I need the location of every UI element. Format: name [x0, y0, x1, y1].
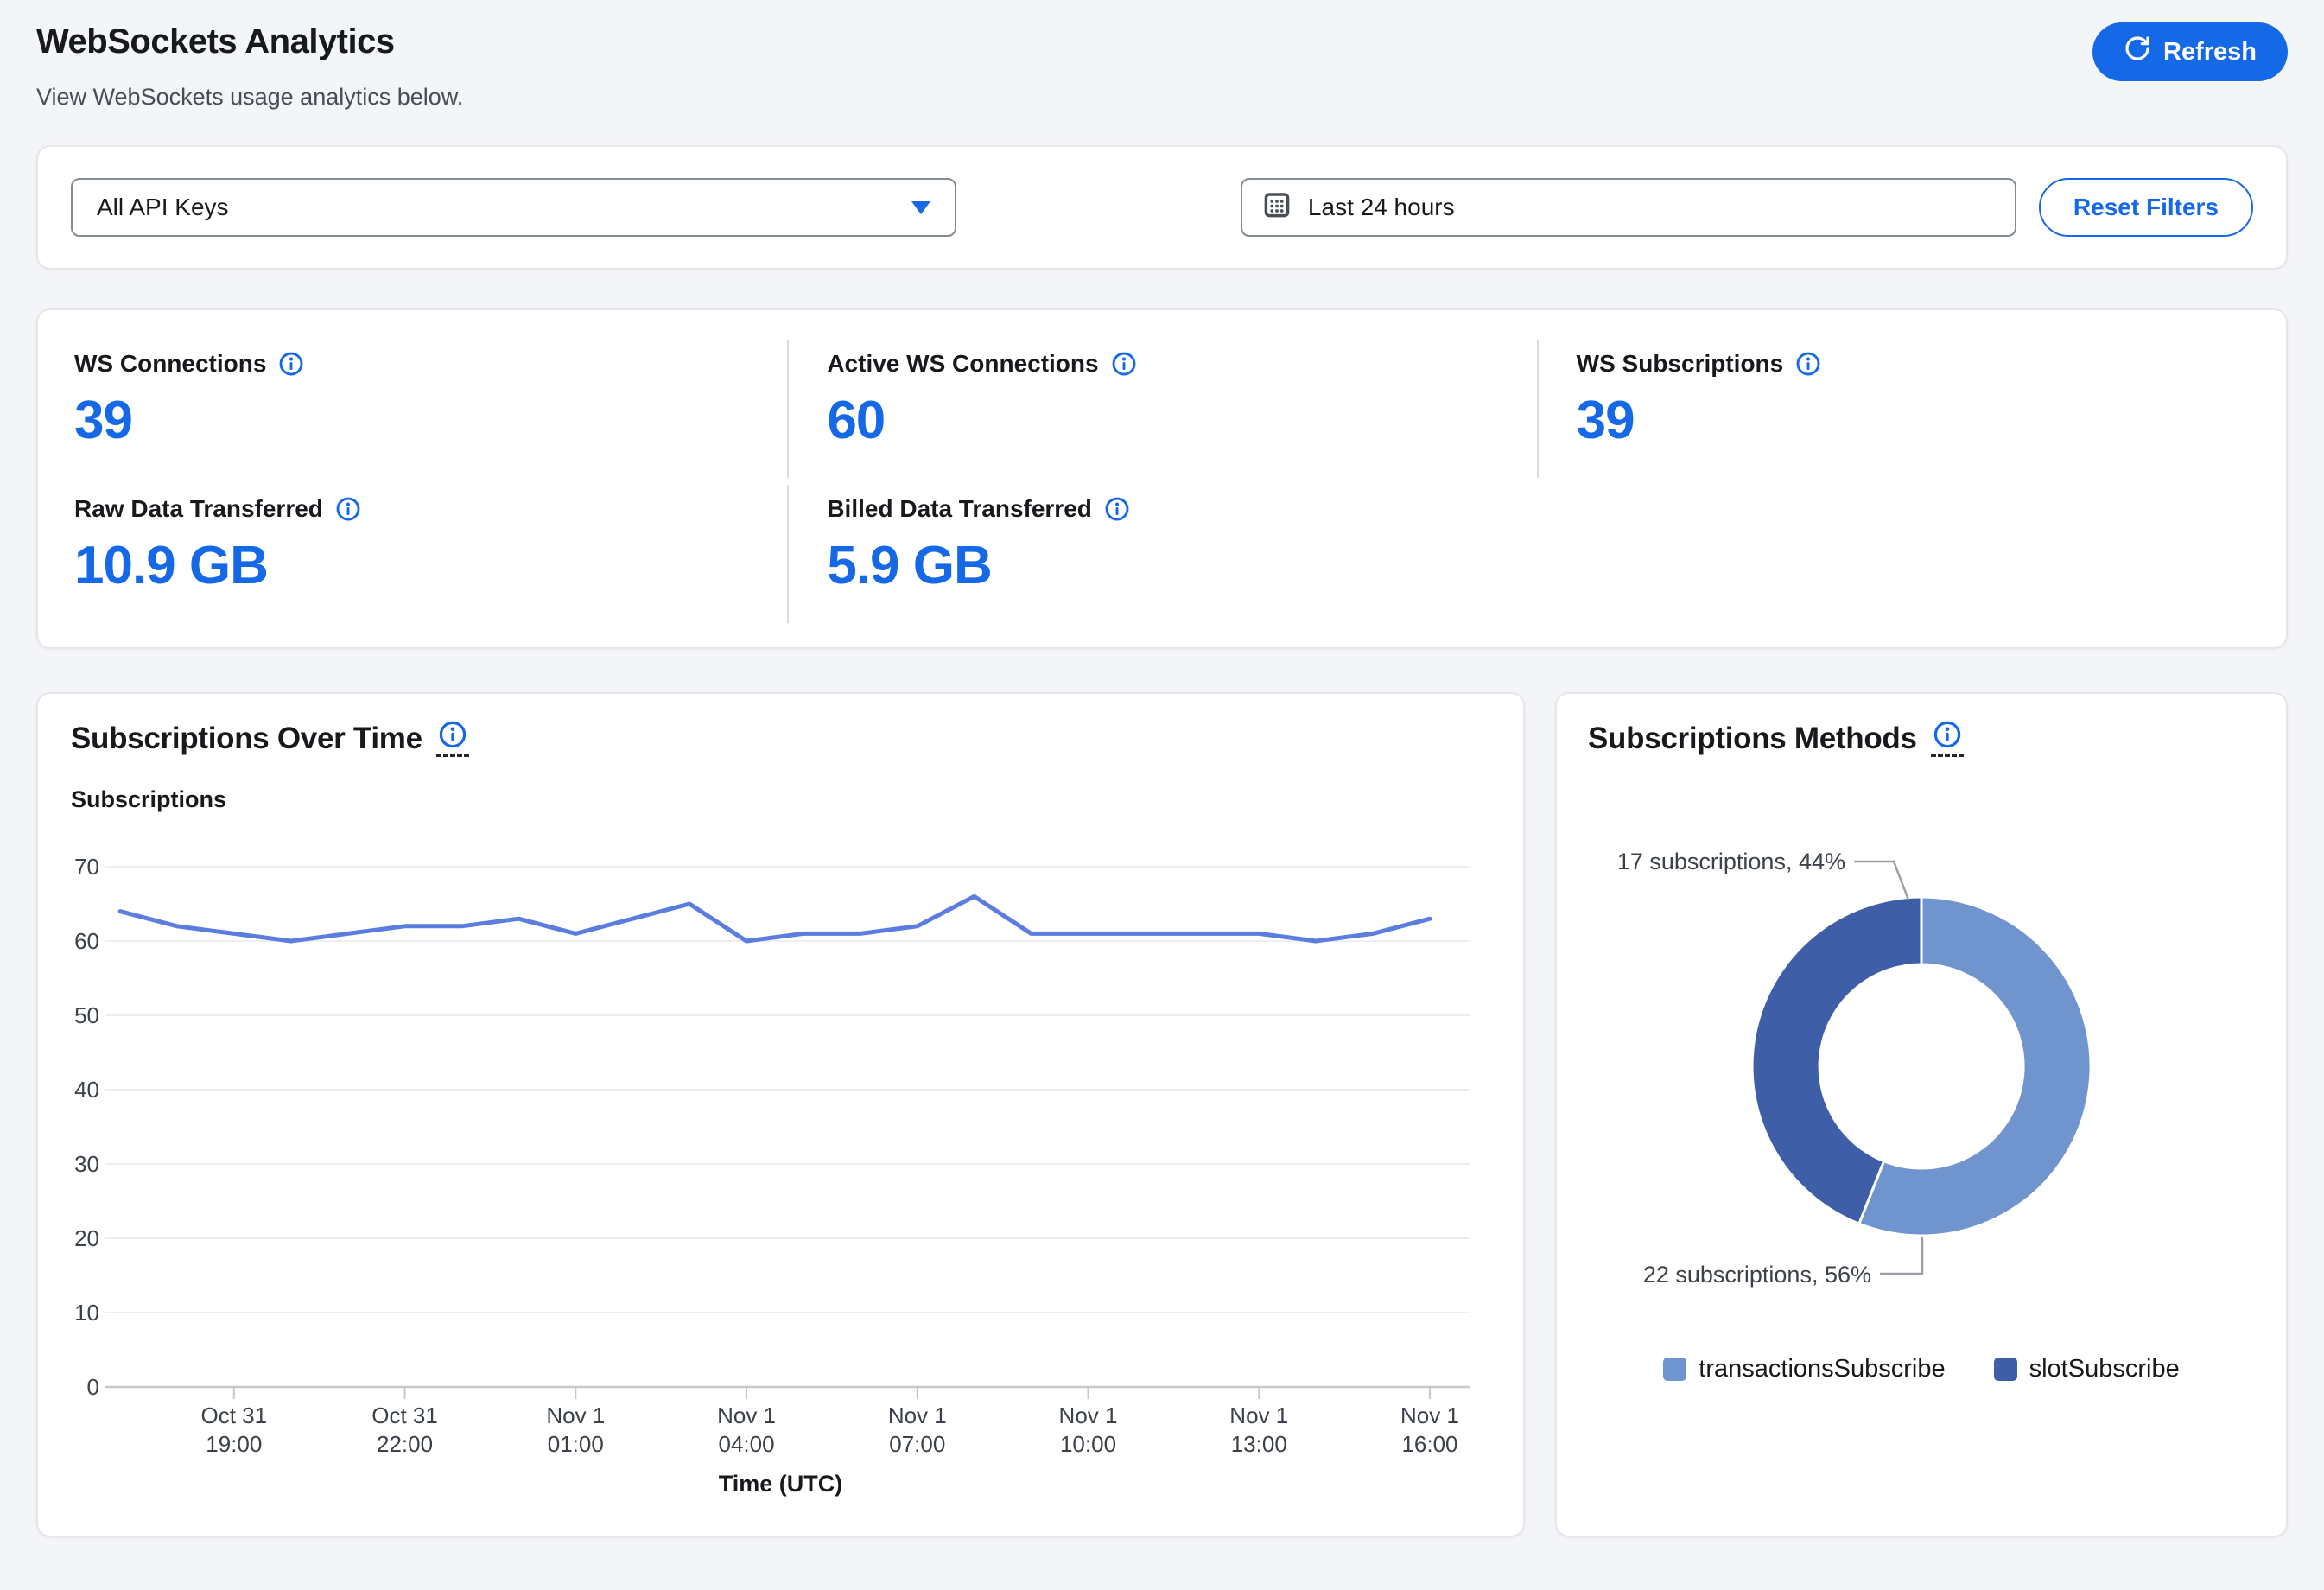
donut-annotation-44: 17 subscriptions, 44%	[1617, 849, 1845, 874]
svg-text:40: 40	[74, 1077, 99, 1103]
donut-legend: transactionsSubscribe slotSubscribe	[1588, 1355, 2255, 1383]
page-header: WebSockets Analytics View WebSockets usa…	[36, 22, 2288, 111]
stats-card: WS Connections 39 Active WS Connections …	[36, 308, 2288, 649]
chevron-down-icon	[911, 201, 930, 214]
svg-text:0: 0	[87, 1374, 99, 1400]
stats-grid: WS Connections 39 Active WS Connections …	[38, 336, 2286, 626]
date-range-value: Last 24 hours	[1308, 194, 1455, 221]
stat-raw-data-transferred: Raw Data Transferred 10.9 GB	[38, 481, 787, 626]
legend-label: transactionsSubscribe	[1699, 1355, 1945, 1383]
line-chart-info-tooltip[interactable]	[436, 720, 469, 757]
svg-text:Nov 1: Nov 1	[717, 1402, 776, 1428]
svg-text:30: 30	[74, 1151, 99, 1177]
svg-text:10: 10	[74, 1300, 99, 1326]
stat-label: WS Subscriptions	[1577, 350, 1784, 378]
stat-label: Raw Data Transferred	[74, 495, 323, 523]
stat-ws-subscriptions: WS Subscriptions 39	[1537, 336, 2286, 481]
page-heading-block: WebSockets Analytics View WebSockets usa…	[36, 22, 463, 111]
legend-label: slotSubscribe	[2029, 1355, 2180, 1383]
donut-annotation-56: 22 subscriptions, 56%	[1643, 1262, 1871, 1288]
api-key-select[interactable]: All API Keys	[71, 178, 956, 237]
legend-item-slotSubscribe[interactable]: slotSubscribe	[1994, 1355, 2180, 1383]
stat-value: 39	[1577, 390, 2269, 451]
svg-text:Nov 1: Nov 1	[1059, 1402, 1118, 1428]
annotation-leader-bottom	[1880, 1237, 1922, 1274]
svg-text:50: 50	[74, 1002, 99, 1028]
charts-row: Subscriptions Over Time Subscriptions 01…	[36, 692, 2288, 1537]
svg-text:60: 60	[74, 928, 99, 954]
websockets-analytics-page: WebSockets Analytics View WebSockets usa…	[0, 0, 2324, 1590]
page-title: WebSockets Analytics	[36, 22, 463, 61]
stat-empty-cell	[1537, 481, 2286, 626]
stat-value: 5.9 GB	[827, 535, 1519, 596]
svg-text:13:00: 13:00	[1231, 1431, 1287, 1457]
stat-label: WS Connections	[74, 350, 266, 378]
calendar-icon	[1261, 189, 1292, 226]
info-icon[interactable]	[335, 496, 361, 522]
filters-right-group: Last 24 hours Reset Filters	[1241, 178, 2253, 237]
line-chart-title: Subscriptions Over Time	[71, 722, 422, 756]
svg-text:19:00: 19:00	[206, 1431, 262, 1457]
stat-billed-data-transferred: Billed Data Transferred 5.9 GB	[787, 481, 1536, 626]
reset-filters-button[interactable]: Reset Filters	[2039, 178, 2253, 237]
subscriptions-donut-chart: 17 subscriptions, 44% 22 subscriptions, …	[1593, 781, 2250, 1334]
donut-chart-area: 17 subscriptions, 44% 22 subscriptions, …	[1588, 781, 2255, 1334]
donut-chart-info-tooltip[interactable]	[1931, 720, 1964, 757]
svg-text:01:00: 01:00	[548, 1431, 604, 1457]
svg-text:04:00: 04:00	[719, 1431, 775, 1457]
refresh-icon	[2124, 35, 2151, 69]
svg-text:Oct 31: Oct 31	[371, 1402, 438, 1428]
refresh-button[interactable]: Refresh	[2092, 22, 2288, 81]
annotation-leader-top	[1854, 862, 1908, 900]
subscriptions-line-chart: 0 10 20 30 40 50 60 70 Oct 31 19:00 Oct 31 22:00 Nov…	[71, 832, 1490, 1460]
stat-ws-connections: WS Connections 39	[38, 336, 787, 481]
filters-card: All API Keys Last 24 hours Reset Filters	[36, 145, 2288, 270]
stat-value: 10.9 GB	[74, 535, 770, 596]
line-chart-x-axis-title: Time (UTC)	[71, 1471, 1490, 1498]
svg-text:07:00: 07:00	[889, 1431, 945, 1457]
subscriptions-methods-card: Subscriptions Methods 17 subscriptions, …	[1555, 692, 2288, 1537]
date-range-input[interactable]: Last 24 hours	[1241, 178, 2016, 237]
svg-text:Nov 1: Nov 1	[888, 1402, 947, 1428]
refresh-label: Refresh	[2163, 38, 2257, 67]
stat-active-ws-connections: Active WS Connections 60	[787, 336, 1536, 481]
svg-text:16:00: 16:00	[1401, 1431, 1457, 1457]
svg-text:10:00: 10:00	[1060, 1431, 1116, 1457]
info-icon[interactable]	[1104, 496, 1130, 522]
stat-value: 39	[74, 390, 770, 451]
donut-chart-title: Subscriptions Methods	[1588, 722, 1917, 756]
svg-text:Nov 1: Nov 1	[546, 1402, 605, 1428]
legend-swatch-slotSubscribe	[1994, 1358, 2017, 1381]
subscriptions-over-time-card: Subscriptions Over Time Subscriptions 01…	[36, 692, 1525, 1537]
line-chart-y-axis-title: Subscriptions	[71, 786, 1490, 813]
info-icon[interactable]	[278, 351, 304, 377]
info-icon	[438, 720, 467, 749]
svg-text:70: 70	[74, 854, 99, 880]
info-icon[interactable]	[1795, 351, 1821, 377]
info-icon[interactable]	[1111, 351, 1137, 377]
svg-text:22:00: 22:00	[377, 1431, 433, 1457]
stat-label: Active WS Connections	[827, 350, 1098, 378]
stat-value: 60	[827, 390, 1519, 451]
stat-label: Billed Data Transferred	[827, 495, 1092, 523]
legend-swatch-transactionsSubscribe	[1663, 1358, 1686, 1381]
svg-text:Nov 1: Nov 1	[1400, 1402, 1459, 1428]
api-key-select-value: All API Keys	[97, 194, 229, 221]
svg-text:20: 20	[74, 1225, 99, 1251]
page-subtitle: View WebSockets usage analytics below.	[36, 84, 463, 111]
svg-text:Oct 31: Oct 31	[201, 1402, 268, 1428]
info-icon	[1933, 720, 1962, 749]
legend-item-transactionsSubscribe[interactable]: transactionsSubscribe	[1663, 1355, 1945, 1383]
svg-text:Nov 1: Nov 1	[1229, 1402, 1288, 1428]
